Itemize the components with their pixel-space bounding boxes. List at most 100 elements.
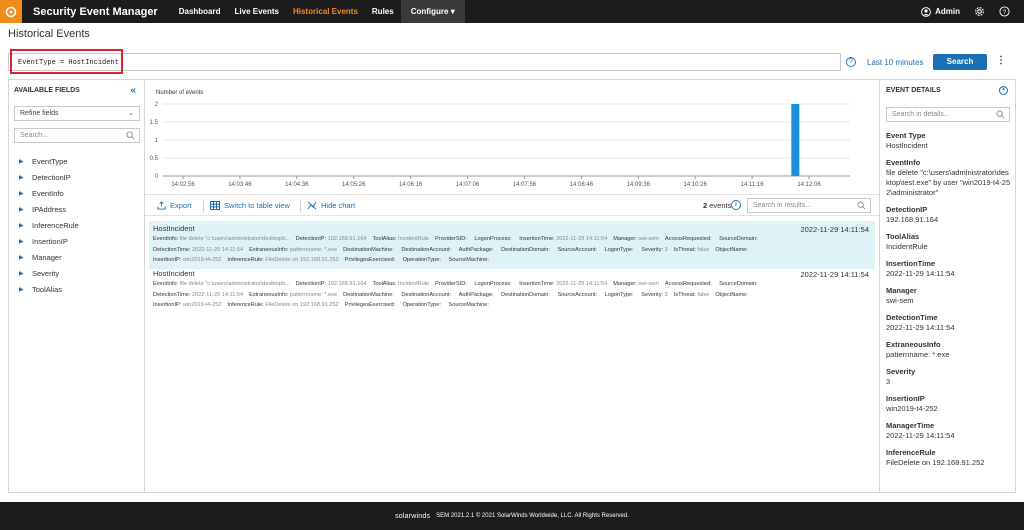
event-details-panel: EVENT DETAILS × Search in details... Eve… [879,80,1015,492]
detail-item: Event Type HostIncident [886,131,1012,151]
field-label: ToolAlias [32,284,63,294]
chart-y-tick-label: 0.5 [150,156,159,162]
detail-label: Severity [886,367,916,376]
detail-label: DetectionTime [886,313,938,322]
refine-fields-dropdown[interactable]: Refine fields ⌄ [14,106,140,121]
nav-live-events[interactable]: Live Events [228,0,286,23]
switch-table-view-label: Switch to table view [224,201,290,210]
detail-value: file delete "c:\users\administrator\desk… [886,168,1011,197]
field-item-severity[interactable]: ▶ Severity [19,265,79,281]
caret-right-icon: ▶ [19,190,24,197]
event-field-key: InsertionIP: [153,302,183,308]
settings-gear-icon[interactable] [974,6,985,17]
chart-y-tick-label: 0 [155,174,159,180]
field-item-inferencerule[interactable]: ▶ InferenceRule [19,217,79,233]
field-label: Manager [32,252,62,262]
event-field-value: 3 [664,246,668,253]
event-details-list: Event Type HostIncident EventInfo file dele… [886,131,1012,475]
detail-label: Manager [886,286,917,295]
detail-item: Manager swi-sem [886,286,1012,306]
chart-x-tick-label: 14:05:26 [342,182,366,188]
event-field-line: DetectionTime: 2022-11-29 14:11:54 Extran… [153,245,871,256]
info-icon[interactable]: i [731,200,741,210]
event-field-key: LogonProcess: [474,281,514,287]
help-icon[interactable]: ? [999,6,1010,17]
query-help-icon[interactable]: ? [846,57,856,67]
event-field-key: InferenceRule: [227,302,266,308]
detail-value: FileDelete on 192.168.91.252 [886,458,985,467]
switch-table-view-button[interactable]: Switch to table view [210,201,290,210]
nav-configure[interactable]: Configure ▾ [400,0,465,23]
chart-x-tick-label: 14:07:56 [513,182,537,188]
query-input[interactable] [8,53,841,71]
chart-y-tick-label: 1.5 [150,120,159,126]
field-item-ipaddress[interactable]: ▶ IPAddress [19,201,79,217]
field-item-insertionip[interactable]: ▶ InsertionIP [19,233,79,249]
event-field-key: PrivilegesExercised: [344,257,397,263]
event-field-key: IsThreat: [673,246,698,253]
field-item-toolalias[interactable]: ▶ ToolAlias [19,281,79,297]
event-field-value: 2022-11-29 14:11:54 [191,291,244,298]
detail-value: IncidentRule [886,242,928,251]
event-field-value: IncidentRule [398,281,430,287]
export-button[interactable]: Export [157,201,192,210]
results-search-input[interactable]: Search in results... [747,198,871,213]
event-field-key: Manager: [613,281,639,287]
search-button[interactable]: Search [933,54,987,70]
field-item-detectionip[interactable]: ▶ DetectionIP [19,169,79,185]
chart-x-tick-label: 14:06:16 [399,182,423,188]
caret-right-icon: ▶ [19,238,24,245]
event-field-key: DestinationMachine: [343,246,396,253]
event-field-key: EventInfo: [153,236,180,242]
caret-right-icon: ▶ [19,174,24,181]
detail-item: EventInfo file delete "c:\users\administr… [886,158,1012,198]
event-row[interactable]: HostIncident 2022-11-29 14:11:54 EventInfo… [149,221,875,269]
event-field-value: false [697,291,710,298]
detail-label: InsertionTime [886,259,936,268]
nav-historical-events[interactable]: Historical Events [286,0,365,23]
hide-chart-button[interactable]: Hide chart [307,201,355,210]
event-field-key: SourceAccount: [557,291,599,298]
event-count: 2 events [703,201,731,210]
nav-rules[interactable]: Rules [365,0,401,23]
detail-label: InsertionIP [886,394,925,403]
event-field-key: DestinationDomain: [501,246,552,253]
event-count-number: 2 [703,201,708,210]
event-field-key: ObjectName: [715,246,748,253]
detail-label: Event Type [886,131,926,140]
event-field-key: PrivilegesExercised: [344,302,397,308]
detail-item: Severity 3 [886,367,1012,387]
detail-item: InsertionIP win2019-t4-252 [886,394,1012,414]
event-field-key: SourceDomain: [719,281,758,287]
event-row[interactable]: HostIncident 2022-11-29 14:11:54 EventInfo… [149,266,875,314]
nav-dashboard[interactable]: Dashboard [172,0,228,23]
export-label: Export [170,201,192,210]
event-field-value: false [697,246,710,253]
more-options-icon[interactable]: ⋮ [996,55,1006,66]
field-item-manager[interactable]: ▶ Manager [19,249,79,265]
event-field-key: Manager: [613,236,639,242]
app-logo-icon[interactable] [0,0,22,23]
user-menu[interactable]: Admin [921,6,960,17]
collapse-left-icon[interactable]: « [130,85,136,96]
fields-search-placeholder: Search... [20,132,49,139]
chart-x-tick-label: 14:08:46 [570,182,594,188]
time-range-link[interactable]: Last 10 minutes [867,58,923,67]
detail-value: swi-sem [886,296,914,305]
chart-x-tick-label: 14:03:46 [228,182,252,188]
field-item-eventinfo[interactable]: ▶ EventInfo [19,185,79,201]
caret-right-icon: ▶ [19,206,24,213]
close-icon[interactable]: × [999,86,1008,95]
search-icon [126,131,135,140]
event-field-key: DetectionTime: [153,246,192,253]
details-search-input[interactable]: Search in details... [886,107,1010,122]
field-item-eventtype[interactable]: ▶ EventType [19,153,79,169]
fields-search-input[interactable]: Search... [14,128,140,143]
event-field-value: win2019-t4-252 [182,302,222,308]
footer-copyright: SEM 2021.2.1 © 2021 SolarWinds Worldwide… [436,513,629,519]
detail-label: ExtraneousInfo [886,340,941,349]
detail-item: ToolAlias IncidentRule [886,232,1012,252]
detail-item: InferenceRule FileDelete on 192.168.91.25… [886,448,1012,468]
detail-value: patternname: *.exe [886,350,950,359]
footer: solarwinds SEM 2021.2.1 © 2021 SolarWind… [0,502,1024,530]
